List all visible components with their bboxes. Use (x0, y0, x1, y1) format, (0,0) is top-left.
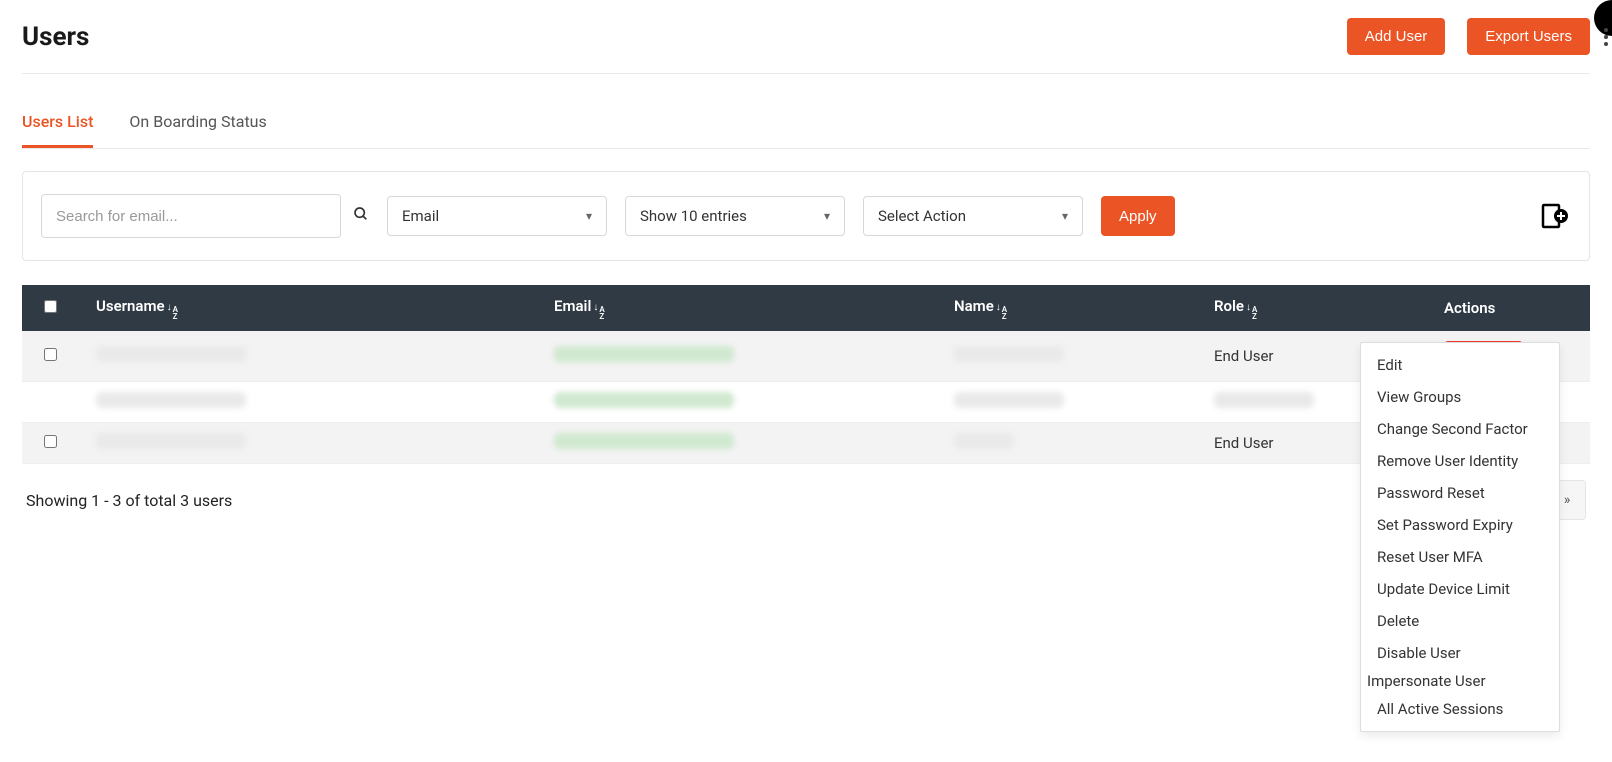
dropdown-item-password-reset[interactable]: Password Reset (1361, 477, 1559, 509)
th-role-label: Role (1214, 297, 1244, 315)
dropdown-item-set-password-expiry[interactable]: Set Password Expiry (1361, 509, 1559, 541)
cell-username (82, 382, 540, 423)
select-all-checkbox[interactable] (44, 300, 57, 313)
cell-name (940, 382, 1200, 423)
page-header: Users Add User Export Users (22, 18, 1590, 74)
dropdown-item-change-second-factor[interactable]: Change Second Factor (1361, 413, 1559, 445)
sort-icon (1246, 303, 1251, 313)
select-bulk-action[interactable]: Select Action ▾ (863, 196, 1083, 236)
tabs: Users List On Boarding Status (22, 98, 1590, 149)
sort-icon (593, 303, 598, 313)
search-icon[interactable] (353, 206, 369, 226)
table-row: End User Select (22, 331, 1590, 382)
page-title: Users (22, 22, 89, 52)
avatar[interactable] (1594, 0, 1612, 36)
dropdown-item-view-groups[interactable]: View Groups (1361, 381, 1559, 413)
sort-icon (996, 303, 1001, 313)
add-group-icon[interactable] (1537, 199, 1571, 233)
users-table: Username AZ Email AZ Name AZ Role AZ Actions… (22, 285, 1590, 464)
chevron-down-icon: ▾ (586, 209, 592, 223)
select-entries-label: Show 10 entries (640, 207, 747, 225)
th-name[interactable]: Name AZ (940, 285, 1200, 331)
table-footer: Showing 1 - 3 of total 3 users « 1 » (22, 464, 1590, 520)
select-bulk-action-label: Select Action (878, 207, 966, 225)
th-username-label: Username (96, 297, 165, 315)
tab-users-list[interactable]: Users List (22, 98, 93, 148)
th-username[interactable]: Username AZ (82, 285, 540, 331)
dropdown-item-all-active-sessions[interactable]: All Active Sessions (1361, 693, 1559, 725)
th-email-label: Email (554, 297, 591, 315)
cell-email (540, 423, 940, 464)
table-row: End User (22, 423, 1590, 464)
dropdown-item-impersonate-user-wrap: Impersonate User (1361, 669, 1559, 693)
search-input[interactable] (41, 194, 341, 238)
dropdown-item-edit[interactable]: Edit (1361, 349, 1559, 381)
cell-email (540, 382, 940, 423)
dropdown-item-update-device-limit[interactable]: Update Device Limit (1361, 573, 1559, 605)
select-field-label: Email (402, 207, 439, 225)
table-row (22, 382, 1590, 423)
dropdown-item-disable-user[interactable]: Disable User (1361, 637, 1559, 669)
chevron-down-icon: ▾ (1062, 209, 1068, 223)
export-users-button[interactable]: Export Users (1467, 18, 1590, 55)
cell-username (82, 331, 540, 382)
select-entries[interactable]: Show 10 entries ▾ (625, 196, 845, 236)
th-email[interactable]: Email AZ (540, 285, 940, 331)
row-checkbox[interactable] (44, 435, 57, 448)
th-role[interactable]: Role AZ (1200, 285, 1430, 331)
search-wrap (41, 194, 369, 238)
sort-az-icon: AZ (1002, 306, 1007, 320)
add-user-button[interactable]: Add User (1347, 18, 1446, 55)
filter-bar: Email ▾ Show 10 entries ▾ Select Action … (22, 171, 1590, 261)
tab-onboarding-status[interactable]: On Boarding Status (129, 98, 266, 148)
table-header-row: Username AZ Email AZ Name AZ Role AZ Actions (22, 285, 1590, 331)
result-count: Showing 1 - 3 of total 3 users (26, 491, 232, 510)
cell-email (540, 331, 940, 382)
cell-username (82, 423, 540, 464)
dropdown-item-delete[interactable]: Delete (1361, 605, 1559, 637)
apply-button[interactable]: Apply (1101, 196, 1175, 236)
header-buttons: Add User Export Users (1347, 18, 1590, 55)
sort-az-icon: AZ (599, 306, 604, 320)
kebab-menu-icon[interactable] (1604, 28, 1608, 46)
th-actions: Actions (1430, 285, 1590, 331)
th-name-label: Name (954, 297, 994, 315)
row-checkbox[interactable] (44, 348, 57, 361)
dropdown-item-reset-user-mfa[interactable]: Reset User MFA (1361, 541, 1559, 573)
sort-az-icon: AZ (1252, 306, 1257, 320)
sort-icon (167, 303, 172, 313)
row-action-dropdown: Edit View Groups Change Second Factor Re… (1360, 342, 1560, 732)
select-field[interactable]: Email ▾ (387, 196, 607, 236)
cell-name (940, 423, 1200, 464)
th-checkbox (22, 285, 82, 331)
th-actions-label: Actions (1444, 299, 1495, 317)
cell-name (940, 331, 1200, 382)
dropdown-item-impersonate-user[interactable]: Impersonate User (1367, 672, 1553, 690)
dropdown-item-remove-user-identity[interactable]: Remove User Identity (1361, 445, 1559, 477)
chevron-down-icon: ▾ (824, 209, 830, 223)
sort-az-icon: AZ (173, 306, 178, 320)
